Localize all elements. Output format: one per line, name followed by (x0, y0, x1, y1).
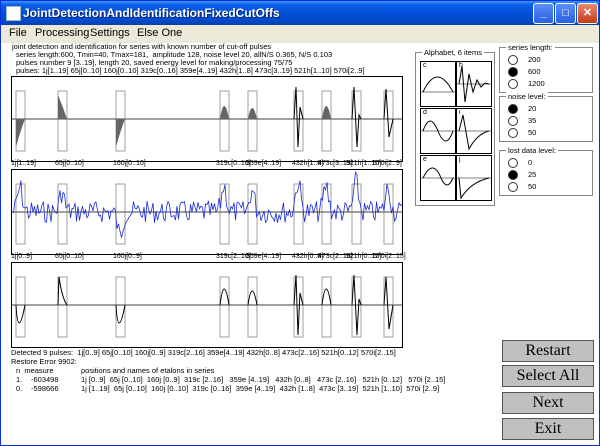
plot-labels-original: 1j[1..19] 65j[0..10] 160j[0..10] 319c[0.… (11, 160, 402, 169)
exit-button[interactable]: Exit (502, 418, 594, 440)
series-length-title: series length: (506, 43, 555, 52)
maximize-button[interactable]: □ (555, 3, 576, 24)
application-window: JointDetectionAndIdentificationFixedCutO… (0, 0, 600, 446)
plot2-label: 65j[0..10] (55, 253, 84, 260)
lost-data-label: 0 (528, 158, 533, 167)
plot2-label: 359e[4..19] (246, 253, 282, 260)
plot-etalons-original (11, 76, 403, 162)
plot1-label: 359e[4..19] (246, 160, 282, 167)
alphabet-letter: h (459, 62, 463, 69)
plot-labels-detected: 1j[0..9] 65j[0..10] 160j[0..9] 319c[2..1… (11, 253, 406, 262)
series-length-radio-1200[interactable] (508, 79, 518, 89)
result-row-measure: -598666 (31, 384, 59, 393)
noisy-signal-trace (11, 170, 403, 238)
plot1-label: 1j[1..19] (11, 160, 36, 167)
plot1-label: 160j[0..10] (113, 160, 146, 167)
close-button[interactable]: ✕ (577, 3, 598, 24)
info-line-4: pulses: 1j[1..19] 65j[0..10] 160j[0..10]… (16, 66, 365, 75)
menu-settings[interactable]: Settings (90, 27, 130, 39)
menu-else-one[interactable]: Else One (137, 27, 182, 39)
app-icon (6, 6, 21, 21)
result-row-positions: 1j [1..19] 65j [0..10] 160j [0..10] 319c… (81, 384, 440, 393)
title-bar[interactable]: JointDetectionAndIdentificationFixedCutO… (1, 1, 599, 25)
series-length-label: 1200 (528, 79, 545, 88)
minimize-icon: _ (540, 7, 547, 19)
series-length-radio-600[interactable] (508, 67, 518, 77)
alphabet-title: Alphabet, 6 items (422, 48, 484, 57)
alphabet-letter: c (423, 62, 427, 69)
menu-processing[interactable]: Processing (35, 27, 89, 39)
series-length-radio-200[interactable] (508, 55, 518, 65)
noise-level-radio-35[interactable] (508, 116, 518, 126)
plot2-label: 160j[0..9] (113, 253, 142, 260)
noise-level-title: noise level: (506, 92, 548, 101)
close-icon: ✕ (582, 7, 593, 19)
select-all-button[interactable]: Select All (502, 365, 594, 387)
plot1-label: 65j[0..10] (55, 160, 84, 167)
alphabet-item-e[interactable]: e (420, 155, 456, 201)
lost-data-label: 50 (528, 182, 537, 191)
lost-data-title: lost data level: (506, 146, 558, 155)
alphabet-item-i[interactable]: i (456, 108, 492, 154)
noise-level-label: 20 (528, 104, 537, 113)
plot-etalons-original-svg (12, 86, 402, 152)
plot2-label: 1j[0..9] (11, 253, 33, 260)
menu-file[interactable]: File (9, 27, 27, 39)
plot-noisy-signal-svg (11, 170, 403, 245)
window-title: JointDetectionAndIdentificationFixedCutO… (23, 6, 280, 20)
plot2-label: 570i[2..15] (373, 253, 406, 260)
main-content: joint detection and identification for s… (1, 42, 599, 445)
lost-data-label: 25 (528, 170, 537, 179)
alphabet-letter: i (459, 109, 461, 116)
noise-level-group: noise level: 20 35 50 (499, 92, 593, 142)
minimize-button[interactable]: _ (533, 3, 554, 24)
next-button[interactable]: Next (502, 392, 594, 414)
result-row-n: 0. (16, 384, 23, 393)
noise-level-radio-20[interactable] (508, 104, 518, 114)
series-length-label: 600 (528, 67, 541, 76)
series-length-group: series length: 200 600 1200 (499, 43, 593, 93)
maximize-icon: □ (562, 7, 569, 19)
lost-data-radio-0[interactable] (508, 158, 518, 168)
plot-reconstructed-svg (12, 274, 402, 338)
noise-level-radio-50[interactable] (508, 128, 518, 138)
series-length-label: 200 (528, 55, 541, 64)
waveform-i-icon (457, 114, 491, 151)
alphabet-panel: Alphabet, 6 items c h d i e j (415, 48, 495, 206)
plot1-label: 570i[2..9] (373, 160, 402, 167)
alphabet-letter: j (459, 156, 461, 163)
alphabet-letter: e (423, 156, 427, 163)
noise-level-label: 35 (528, 116, 537, 125)
alphabet-item-h[interactable]: h (456, 61, 492, 107)
alphabet-item-j[interactable]: j (456, 155, 492, 201)
noise-level-label: 50 (528, 128, 537, 137)
waveform-j-icon (457, 177, 491, 200)
alphabet-letter: d (423, 109, 427, 116)
lost-data-group: lost data level: 0 25 50 (499, 146, 593, 196)
lost-data-radio-50[interactable] (508, 182, 518, 192)
restart-button[interactable]: Restart (502, 340, 594, 362)
plot-noisy-signal (11, 169, 403, 255)
lost-data-radio-25[interactable] (508, 170, 518, 180)
alphabet-item-c[interactable]: c (420, 61, 456, 107)
menu-bar: File Processing Settings Else One (1, 25, 599, 43)
alphabet-item-d[interactable]: d (420, 108, 456, 154)
plot-reconstructed (11, 262, 403, 348)
